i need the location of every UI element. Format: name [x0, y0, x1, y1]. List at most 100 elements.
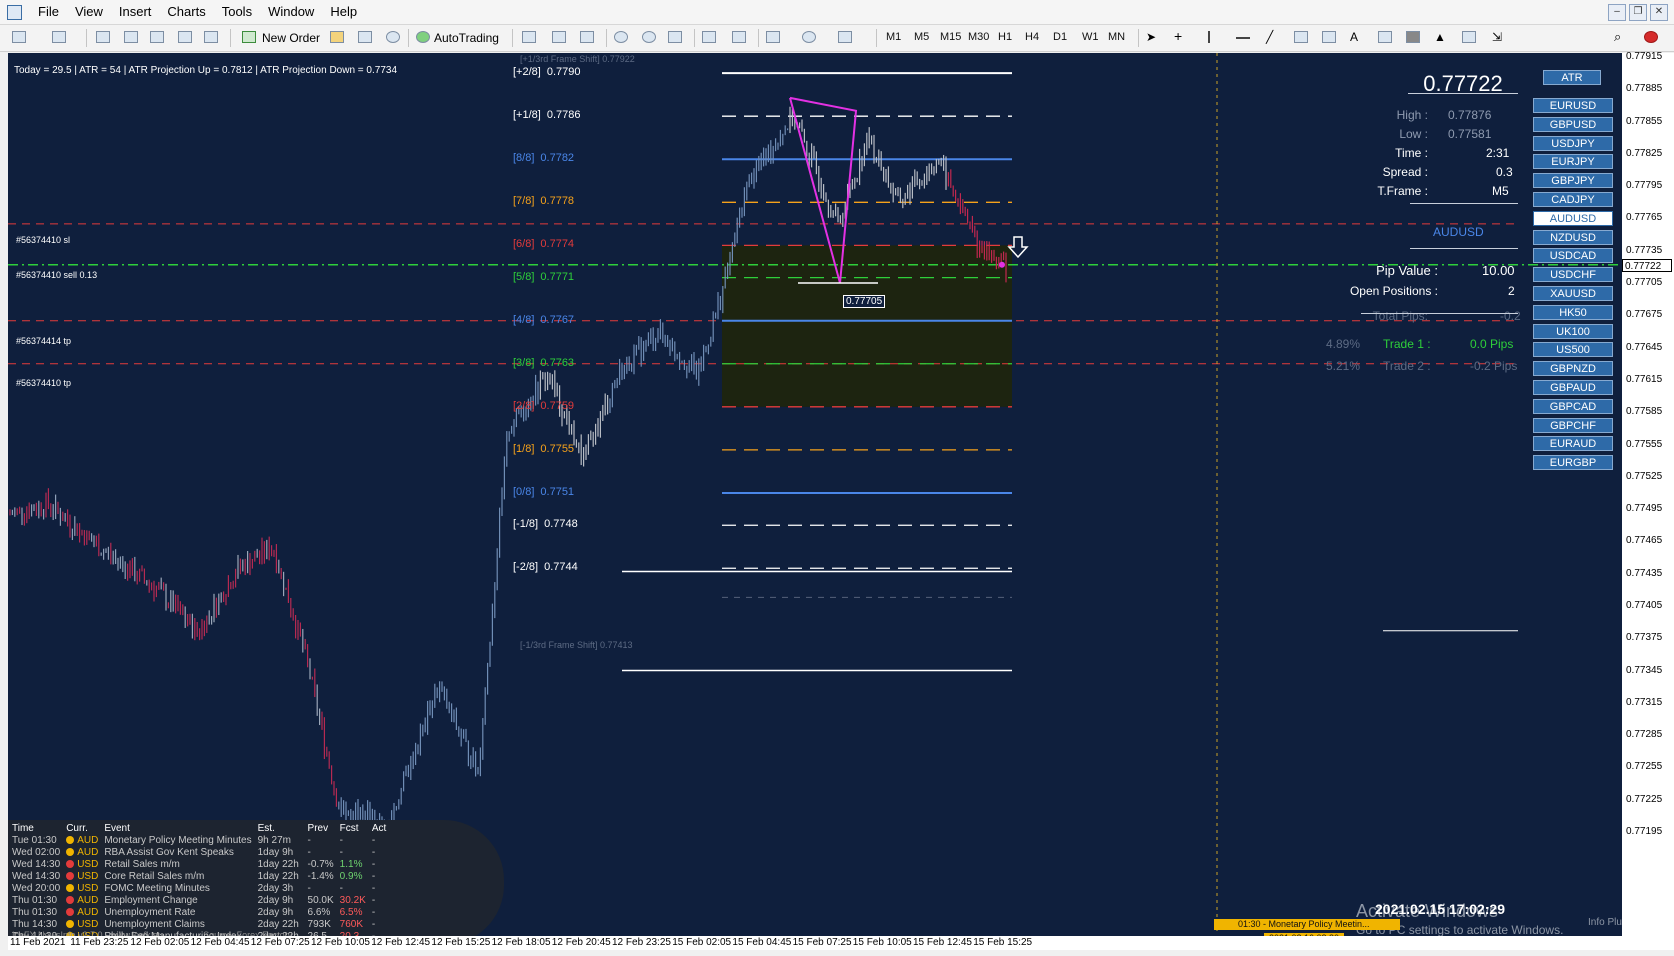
new-order-button[interactable]: New Order [262, 28, 320, 48]
tf-mn[interactable]: MN [1108, 31, 1125, 43]
autotrading-button[interactable]: AutoTrading [434, 28, 499, 48]
news-row[interactable]: Thu 01:30 AUD Employment Change 2day 9h 50.0… [12, 894, 392, 906]
news-header-prev: Prev [307, 822, 329, 834]
autotrading-icon[interactable] [416, 31, 430, 43]
tf-m1[interactable]: M1 [886, 31, 901, 43]
search-icon[interactable]: ⌕ [1614, 30, 1628, 43]
signals-icon[interactable] [358, 31, 372, 43]
market-icon[interactable] [386, 31, 400, 43]
atr-button[interactable]: ATR [1543, 70, 1601, 85]
terminal-icon[interactable] [178, 31, 192, 43]
symbol-button-usdcad[interactable]: USDCAD [1533, 248, 1613, 264]
crosshair-icon[interactable]: + [1174, 29, 1188, 43]
symbol-button-nzdusd[interactable]: NZDUSD [1533, 229, 1613, 245]
symbol-button-eurjpy[interactable]: EURJPY [1533, 154, 1613, 170]
horizontal-line-icon[interactable] [1236, 37, 1250, 39]
menu-charts[interactable]: Charts [159, 0, 213, 24]
symbol-button-xauusd[interactable]: XAUUSD [1533, 286, 1613, 301]
navigator-icon[interactable] [150, 31, 164, 43]
line-chart-icon[interactable] [580, 31, 594, 43]
symbol-button-hk50[interactable]: HK50 [1533, 304, 1613, 320]
news-header-time: Time [12, 822, 34, 834]
symbol-button-usdjpy[interactable]: USDJPY [1533, 135, 1613, 151]
notification-icon[interactable] [1644, 31, 1658, 43]
symbol-button-euraud[interactable]: EURAUD [1533, 436, 1613, 452]
menu-window[interactable]: Window [260, 0, 322, 24]
news-header-curr: Curr. [66, 822, 88, 834]
symbol-button-eurusd[interactable]: EURUSD [1533, 98, 1613, 113]
restore-icon[interactable]: ❐ [1629, 4, 1647, 21]
text-label-icon[interactable] [1378, 31, 1392, 43]
zoom-out-icon[interactable] [642, 31, 656, 43]
news-row[interactable]: Wed 02:00 AUD RBA Assist Gov Kent Speaks 1d… [12, 846, 392, 858]
tf-w1[interactable]: W1 [1082, 31, 1099, 43]
symbol-button-gbpusd[interactable]: GBPUSD [1533, 116, 1613, 132]
chart-window[interactable]: Today = 29.5 | ATR = 54 | ATR Projection… [8, 53, 1625, 950]
data-window-icon[interactable] [124, 31, 138, 43]
chart-shift-icon[interactable] [732, 31, 746, 43]
fib-label-value: 0.7755 [540, 442, 575, 455]
symbol-button-cadjpy[interactable]: CADJPY [1533, 192, 1613, 207]
market-watch-icon[interactable] [96, 31, 110, 43]
menu-file[interactable]: File [30, 0, 67, 24]
menu-tools[interactable]: Tools [214, 0, 260, 24]
menu-view[interactable]: View [67, 0, 111, 24]
news-row[interactable]: Thu 14:30 USD Unemployment Claims 2day 22h 7… [12, 918, 392, 930]
symbol-button-eurgbp[interactable]: EURGBP [1533, 455, 1613, 471]
symbol-button-gbpjpy[interactable]: GBPJPY [1533, 173, 1613, 189]
arrows-icon[interactable]: ⇲ [1492, 31, 1506, 43]
news-row[interactable]: Wed 14:30 USD Core Retail Sales m/m 1day 22… [12, 870, 392, 882]
new-chart-icon[interactable] [12, 31, 26, 43]
symbol-button-gbpchf[interactable]: GBPCHF [1533, 417, 1613, 433]
tf-h4[interactable]: H4 [1025, 31, 1039, 43]
news-row[interactable]: Wed 14:30 USD Retail Sales m/m 1day 22h -0.7… [12, 858, 392, 870]
trendline-icon[interactable]: ╱ [1266, 31, 1280, 43]
strategy-tester-icon[interactable] [204, 31, 218, 43]
fibonacci-icon[interactable] [1322, 31, 1336, 43]
tile-windows-icon[interactable] [668, 31, 682, 43]
templates-icon[interactable] [838, 31, 852, 43]
news-fcst: 760K [339, 918, 364, 930]
minimize-icon[interactable]: – [1608, 4, 1626, 21]
indicators-icon[interactable] [766, 31, 780, 43]
menu-help[interactable]: Help [322, 0, 365, 24]
news-row[interactable]: Thu 01:30 AUD Unemployment Rate 2day 9h 6.6%… [12, 906, 392, 918]
channel-icon[interactable] [1294, 31, 1308, 43]
text-icon[interactable]: A [1350, 31, 1364, 43]
rectangle-icon[interactable] [1406, 31, 1420, 43]
periods-icon[interactable] [802, 31, 816, 43]
symbol-button-usdchf[interactable]: USDCHF [1533, 267, 1613, 283]
zoom-in-icon[interactable] [614, 31, 628, 43]
symbol-button-gbpaud[interactable]: GBPAUD [1533, 380, 1613, 395]
close-icon[interactable]: ✕ [1650, 4, 1668, 21]
news-row[interactable]: Wed 20:00 USD FOMC Meeting Minutes 2day 3h -… [12, 882, 392, 894]
tf-m30[interactable]: M30 [968, 31, 989, 43]
symbol-button-gbpnzd[interactable]: GBPNZD [1533, 361, 1613, 377]
fib-label-value: 0.7751 [540, 485, 575, 498]
tf-h1[interactable]: H1 [998, 31, 1012, 43]
triangle-icon[interactable]: ▲ [1434, 31, 1448, 43]
news-est: 9h 27m [257, 834, 291, 846]
pattern-icon[interactable] [1462, 31, 1476, 43]
metaeditor-icon[interactable] [330, 31, 344, 43]
tf-m15[interactable]: M15 [940, 31, 961, 43]
vertical-line-icon[interactable] [1208, 31, 1210, 43]
news-row[interactable]: Tue 01:30 AUD Monetary Policy Meeting Minu… [12, 834, 392, 846]
symbol-button-uk100[interactable]: UK100 [1533, 323, 1613, 339]
time-tick: 12 Feb 15:25 [431, 937, 491, 948]
news-ticker-bar[interactable]: 01:30 - Monetary Policy Meetin... [1214, 919, 1400, 930]
bar-chart-icon[interactable] [522, 31, 536, 43]
cursor-icon[interactable]: ➤ [1146, 31, 1160, 43]
profiles-icon[interactable] [52, 31, 66, 43]
autoscroll-icon[interactable] [702, 31, 716, 43]
menu-insert[interactable]: Insert [111, 0, 160, 24]
time-tick: 15 Feb 15:25 [973, 937, 1033, 948]
tf-m5[interactable]: M5 [914, 31, 929, 43]
time-tick: 15 Feb 07:25 [792, 937, 852, 948]
tf-d1[interactable]: D1 [1053, 31, 1067, 43]
new-order-icon[interactable] [242, 31, 256, 43]
symbol-button-us500[interactable]: US500 [1533, 342, 1613, 358]
candlestick-icon[interactable] [552, 31, 566, 43]
symbol-button-audusd[interactable]: AUDUSD [1533, 210, 1613, 226]
symbol-button-gbpcad[interactable]: GBPCAD [1533, 398, 1613, 414]
